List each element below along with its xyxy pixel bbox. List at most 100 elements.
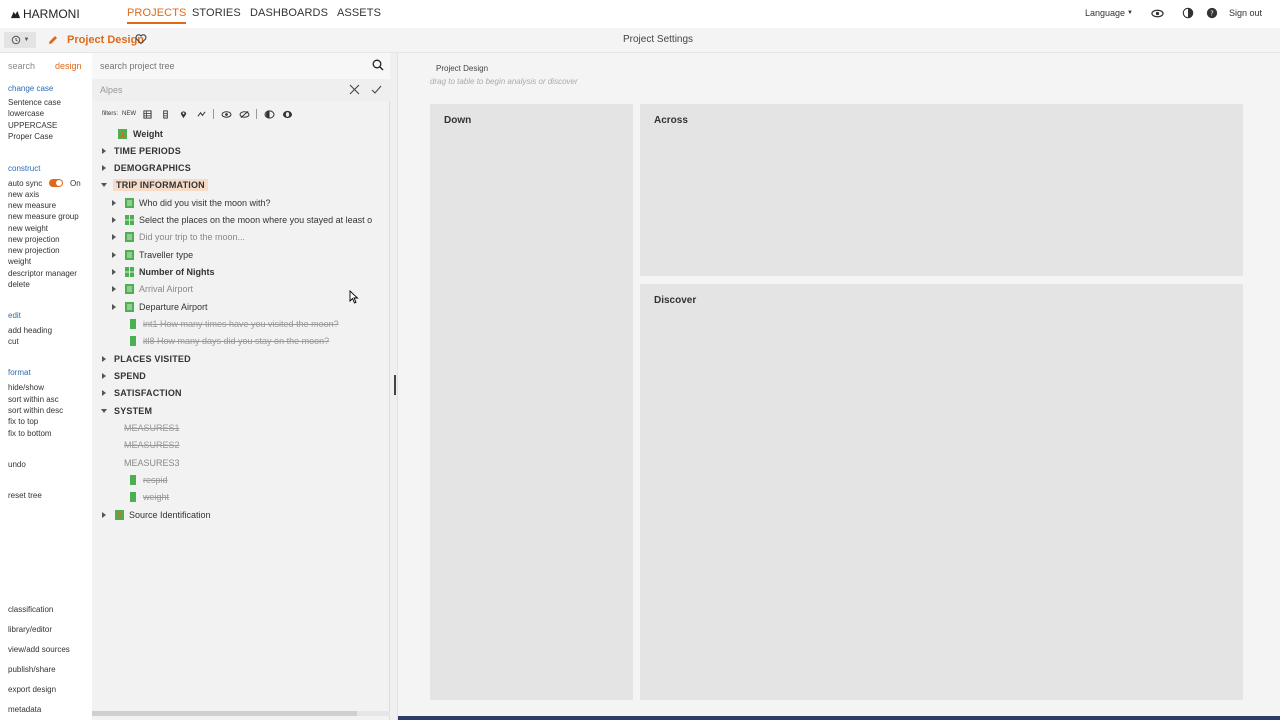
drop-zone-across[interactable]: Across [640,104,1243,276]
contrast-icon[interactable] [1181,6,1195,20]
filter-new-button[interactable]: NEW [122,111,136,117]
expand-arrow-icon[interactable] [102,148,106,154]
tree-variable-itl8[interactable]: itl8 How many days did you stay on the m… [130,333,329,349]
menu-delete[interactable]: delete [8,280,30,289]
tree-section-demographics[interactable]: DEMOGRAPHICS [102,160,191,176]
tree-section-satisfaction[interactable]: SATISFACTION [102,385,182,401]
menu-weight[interactable]: weight [8,257,31,266]
harmoni-logo[interactable]: HARMONI [10,7,80,21]
expand-arrow-icon[interactable] [102,165,106,171]
menu-descriptor-manager[interactable]: descriptor manager [8,269,77,278]
collapse-arrow-icon[interactable] [101,409,107,413]
menu-new-projection-2[interactable]: new projection [8,246,60,255]
menu-reset-tree[interactable]: reset tree [8,491,42,500]
menu-hide-show[interactable]: hide/show [8,383,44,392]
menu-classification[interactable]: classification [8,605,53,614]
menu-sort-asc[interactable]: sort within asc [8,395,59,404]
menu-new-measure[interactable]: new measure [8,201,56,210]
splitter-grip-icon[interactable] [394,375,396,395]
tree-question-departure-airport[interactable]: Departure Airport [112,299,208,315]
tree-question-trip-to-moon[interactable]: Did your trip to the moon... [112,229,245,245]
heart-icon[interactable] [135,33,147,45]
panel-splitter[interactable] [390,53,398,720]
expand-arrow-icon[interactable] [112,304,116,310]
tree-item-source-identification[interactable]: Source Identification [102,507,211,523]
list-filter-icon[interactable] [158,108,172,120]
tree-search-input[interactable] [100,58,360,74]
tree-measure-3[interactable]: MEASURES3 [124,455,180,471]
expand-arrow-icon[interactable] [102,356,106,362]
help-icon[interactable]: ? [1205,6,1219,20]
tree-measure-2[interactable]: MEASURES2 [124,437,180,453]
menu-new-axis[interactable]: new axis [8,190,39,199]
drop-zone-down[interactable]: Down [430,104,633,700]
menu-fix-bottom[interactable]: fix to bottom [8,429,52,438]
menu-new-weight[interactable]: new weight [8,224,48,233]
expand-arrow-icon[interactable] [102,373,106,379]
expand-arrow-icon[interactable] [102,512,106,518]
expand-arrow-icon[interactable] [112,217,116,223]
menu-export-design[interactable]: export design [8,685,56,694]
menu-library-editor[interactable]: library/editor [8,625,52,634]
sort-filter-icon[interactable] [194,108,208,120]
language-dropdown[interactable]: Language ▼ [1085,8,1133,18]
pin-filter-icon[interactable] [176,108,190,120]
tree-section-time-periods[interactable]: TIME PERIODS [102,143,181,159]
collapse-arrow-icon[interactable] [101,183,107,187]
tree-variable-respid[interactable]: respid [130,472,168,488]
menu-undo[interactable]: undo [8,460,26,469]
menu-fix-top[interactable]: fix to top [8,417,38,426]
tree-question-traveller-type[interactable]: Traveller type [112,247,193,263]
auto-sync-toggle[interactable] [49,179,63,187]
tab-dashboards[interactable]: DASHBOARDS [250,7,328,19]
expand-arrow-icon[interactable] [112,252,116,258]
tree-horizontal-scrollbar[interactable] [92,711,390,716]
tree-measure-1[interactable]: MEASURES1 [124,420,180,436]
tab-stories[interactable]: STORIES [192,7,241,19]
tree-item-weight[interactable]: Weight [118,126,163,142]
tree-question-who-visit[interactable]: Who did you visit the moon with? [112,195,271,211]
contrast-filter-icon[interactable] [262,108,276,120]
close-icon[interactable] [349,84,360,95]
menu-sort-desc[interactable]: sort within desc [8,406,63,415]
eye-show-icon[interactable] [219,108,233,120]
menu-new-projection[interactable]: new projection [8,235,60,244]
sign-out-link[interactable]: Sign out [1229,8,1262,18]
eye-hide-icon[interactable] [237,108,251,120]
tree-section-places-visited[interactable]: PLACES VISITED [102,351,191,367]
menu-tab-design[interactable]: design [55,61,82,71]
history-button[interactable]: ▼ [4,32,36,48]
menu-sentence-case[interactable]: Sentence case [8,98,61,107]
tree-question-number-of-nights[interactable]: Number of Nights [112,264,215,280]
eye-icon[interactable] [1151,6,1165,20]
expand-arrow-icon[interactable] [112,286,116,292]
menu-metadata[interactable]: metadata [8,705,41,714]
menu-tab-search[interactable]: search [8,61,35,71]
tree-question-arrival-airport[interactable]: Arrival Airport [112,281,193,297]
tab-assets[interactable]: ASSETS [337,7,381,19]
tab-projects[interactable]: PROJECTS [127,7,187,24]
expand-arrow-icon[interactable] [112,234,116,240]
menu-proper-case[interactable]: Proper Case [8,132,53,141]
menu-view-add-sources[interactable]: view/add sources [8,645,70,654]
menu-cut[interactable]: cut [8,337,19,346]
pencil-icon[interactable] [47,34,59,46]
tree-section-system[interactable]: SYSTEM [101,403,152,419]
tree-section-spend[interactable]: SPEND [102,368,146,384]
menu-lowercase[interactable]: lowercase [8,109,44,118]
drop-zone-discover[interactable]: Discover [640,284,1243,700]
menu-publish-share[interactable]: publish/share [8,665,56,674]
grid-filter-icon[interactable] [140,108,154,120]
tree-variable-int1[interactable]: int1 How many times have you visited the… [130,316,339,332]
filled-filter-icon[interactable] [280,108,294,120]
tree-section-trip-information[interactable]: TRIP INFORMATION [101,177,208,193]
menu-uppercase[interactable]: UPPERCASE [8,121,57,130]
search-icon[interactable] [372,59,384,71]
menu-new-measure-group[interactable]: new measure group [8,212,79,221]
check-icon[interactable] [371,84,382,95]
menu-add-heading[interactable]: add heading [8,326,52,335]
tree-filter-input[interactable] [100,83,330,97]
expand-arrow-icon[interactable] [112,269,116,275]
tree-variable-weight[interactable]: weight [130,489,169,505]
scrollbar-thumb[interactable] [92,711,357,716]
